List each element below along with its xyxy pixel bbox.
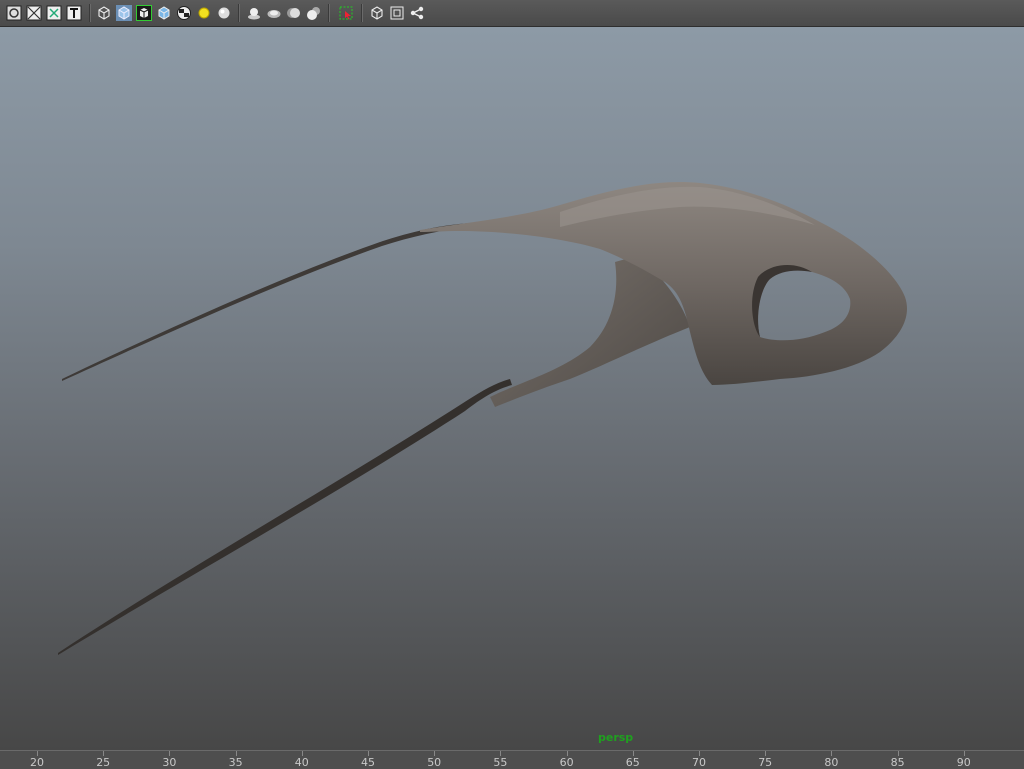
shaded-cube-icon[interactable] [116,5,132,21]
smooth-shade-icon[interactable] [46,5,62,21]
xray-cube-icon[interactable] [369,5,385,21]
default-lighting-icon[interactable] [196,5,212,21]
share-graph-icon[interactable] [409,5,425,21]
wireframe-cube-icon[interactable] [96,5,112,21]
toolbar-separator [361,4,363,22]
timeline-tick-label: 80 [824,756,839,769]
timeline-tick-label: 40 [294,756,309,769]
timeline-tick-label: 30 [162,756,177,769]
timeline-tick-label: 60 [559,756,574,769]
hole-inner-shadow [752,264,812,337]
wireframe-on-shaded-icon[interactable] [136,5,152,21]
timeline-tick-label: 35 [228,756,243,769]
perspective-viewport[interactable]: persp [0,27,1024,750]
upper-tentacle [62,223,470,381]
motion-blur-icon[interactable] [286,5,302,21]
textured-cube-icon[interactable] [156,5,172,21]
anti-aliasing-icon[interactable] [306,5,322,21]
timeline-tick-label: 55 [493,756,508,769]
screen-space-ao-icon[interactable] [266,5,282,21]
lower-tentacle [58,379,512,655]
wireframe-cross-icon[interactable] [26,5,42,21]
isolate-select-icon[interactable] [6,5,22,21]
time-slider[interactable]: 20 25 30 35 40 45 50 55 60 65 70 75 80 85 90 [0,750,1024,769]
checker-texture-icon[interactable] [176,5,192,21]
texture-text-icon[interactable] [66,5,82,21]
toolbar-separator [328,4,330,22]
viewport-toolbar [0,0,1024,27]
timeline-tick-label: 25 [96,756,111,769]
toolbar-separator [238,4,240,22]
timeline-tick-label: 85 [890,756,905,769]
shadows-icon[interactable] [246,5,262,21]
shaded-sphere-icon[interactable] [216,5,232,21]
timeline-tick-label: 20 [30,756,44,769]
timeline-tick-label: 45 [361,756,375,769]
timeline-tick-label: 65 [625,756,640,769]
select-camera-icon[interactable] [338,5,354,21]
timeline-tick-label: 90 [956,756,971,769]
timeline-tick-label: 50 [427,756,442,769]
timeline-tick-label: 70 [692,756,706,769]
toolbar-separator [89,4,91,22]
resolution-gate-icon[interactable] [389,5,405,21]
timeline-tick-label: 75 [758,756,773,769]
scene-render [58,182,908,655]
camera-name-label: persp [598,731,634,744]
